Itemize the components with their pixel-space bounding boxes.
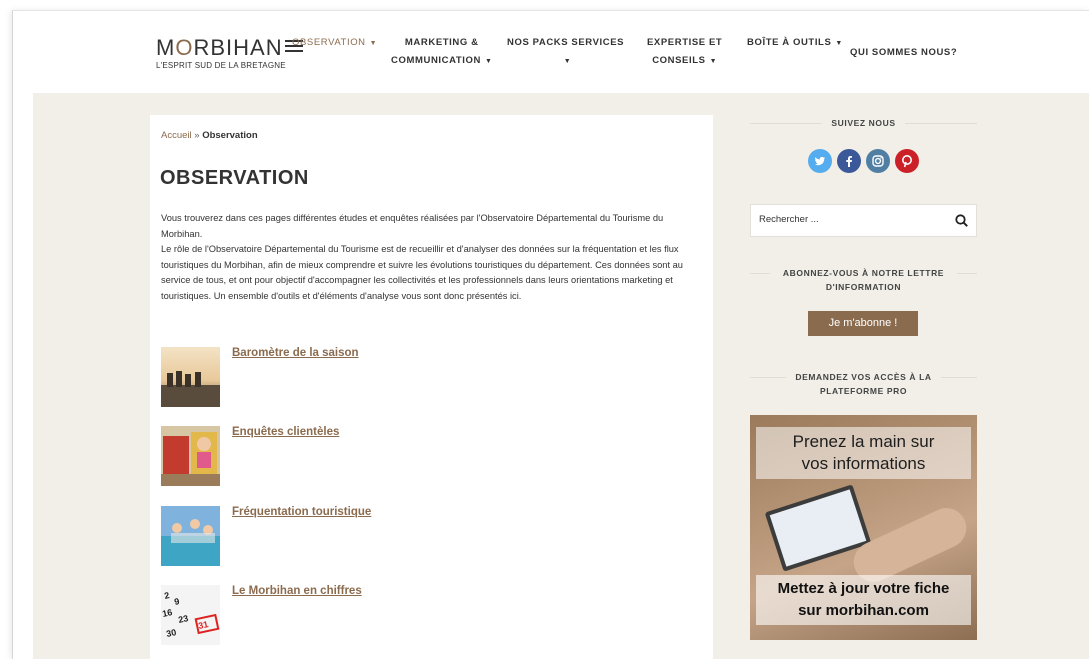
pro-platform-banner[interactable]: Prenez la main sur vos informations Mett… xyxy=(750,415,977,640)
frequentation-thumbnail[interactable] xyxy=(161,506,220,566)
nav-observation[interactable]: OBSERVATION ▼ xyxy=(292,34,377,53)
svg-text:31: 31 xyxy=(197,619,209,631)
svg-text:16: 16 xyxy=(161,607,173,619)
list-item: Baromètre de la saison xyxy=(161,347,701,409)
divider xyxy=(957,273,977,274)
subscribe-button[interactable]: Je m'abonne ! xyxy=(808,311,918,336)
facebook-icon[interactable] xyxy=(837,149,861,173)
search-input[interactable] xyxy=(759,214,949,225)
chevron-down-icon: ▼ xyxy=(709,58,718,65)
list-item: Enquêtes clientèles xyxy=(161,426,701,488)
divider xyxy=(905,123,977,124)
intro-text: Vous trouverez dans ces pages différente… xyxy=(161,211,706,304)
site-header: MORBIHAN L'ESPRIT SUD DE LA BRETAGNE OBS… xyxy=(13,11,1089,93)
site-logo[interactable]: MORBIHAN L'ESPRIT SUD DE LA BRETAGNE xyxy=(156,37,303,70)
intro-paragraph-1: Vous trouverez dans ces pages différente… xyxy=(161,213,664,239)
chevron-down-icon: ▼ xyxy=(484,58,493,65)
chiffres-link[interactable]: Le Morbihan en chiffres xyxy=(232,585,362,597)
svg-text:30: 30 xyxy=(165,627,177,639)
newsletter-title: ABONNEZ-VOUS À NOTRE LETTRE D'INFORMATIO… xyxy=(782,268,945,292)
list-item: 2 9 16 23 30 31 Le Morbihan en chiffres xyxy=(161,585,701,647)
nav-marketing-communication[interactable]: MARKETING & COMMUNICATION ▼ xyxy=(391,34,492,71)
browser-frame: MORBIHAN L'ESPRIT SUD DE LA BRETAGNE OBS… xyxy=(12,10,1089,659)
frequentation-link[interactable]: Fréquentation touristique xyxy=(232,506,371,518)
chevron-down-icon: ▼ xyxy=(369,40,378,47)
enquetes-link[interactable]: Enquêtes clientèles xyxy=(232,426,339,438)
divider xyxy=(941,377,977,378)
nav-boite-a-outils[interactable]: BOÎTE À OUTILS ▼ xyxy=(747,34,843,53)
twitter-icon[interactable] xyxy=(808,149,832,173)
list-item: Fréquentation touristique xyxy=(161,506,701,568)
pro-access-title: DEMANDEZ VOS ACCÈS À LA PLATEFORME PRO xyxy=(795,372,932,396)
chiffres-thumbnail[interactable]: 2 9 16 23 30 31 xyxy=(161,585,220,645)
nav-qui-sommes-nous[interactable]: QUI SOMMES NOUS? xyxy=(850,44,957,62)
enquetes-thumbnail[interactable] xyxy=(161,426,220,486)
breadcrumb-current: Observation xyxy=(202,130,258,141)
breadcrumb: Accueil » Observation xyxy=(161,130,258,141)
svg-text:23: 23 xyxy=(177,613,189,625)
instagram-icon[interactable] xyxy=(866,149,890,173)
nav-packs-services[interactable]: NOS PACKS SERVICES ▼ xyxy=(507,34,624,71)
banner-headline: Prenez la main sur vos informations xyxy=(756,427,971,479)
nav-expertise-conseils[interactable]: EXPERTISE ET CONSEILS ▼ xyxy=(647,34,722,71)
search-icon[interactable] xyxy=(954,213,970,229)
intro-paragraph-2: Le rôle de l'Observatoire Départemental … xyxy=(161,244,683,301)
barometre-thumbnail[interactable] xyxy=(161,347,220,407)
logo-tagline: L'ESPRIT SUD DE LA BRETAGNE xyxy=(156,61,286,70)
page-title: OBSERVATION xyxy=(160,167,309,189)
search-box xyxy=(750,204,977,237)
logo-wordmark: MORBIHAN xyxy=(156,37,303,59)
banner-caption: Mettez à jour votre fiche sur morbihan.c… xyxy=(756,575,971,625)
chevron-down-icon: ▼ xyxy=(835,40,843,47)
breadcrumb-home-link[interactable]: Accueil xyxy=(161,130,192,141)
barometre-link[interactable]: Baromètre de la saison xyxy=(232,347,359,359)
main-content: Accueil » Observation OBSERVATION Vous t… xyxy=(150,115,713,659)
pinterest-icon[interactable] xyxy=(895,149,919,173)
chevron-down-icon: ▼ xyxy=(563,58,572,65)
